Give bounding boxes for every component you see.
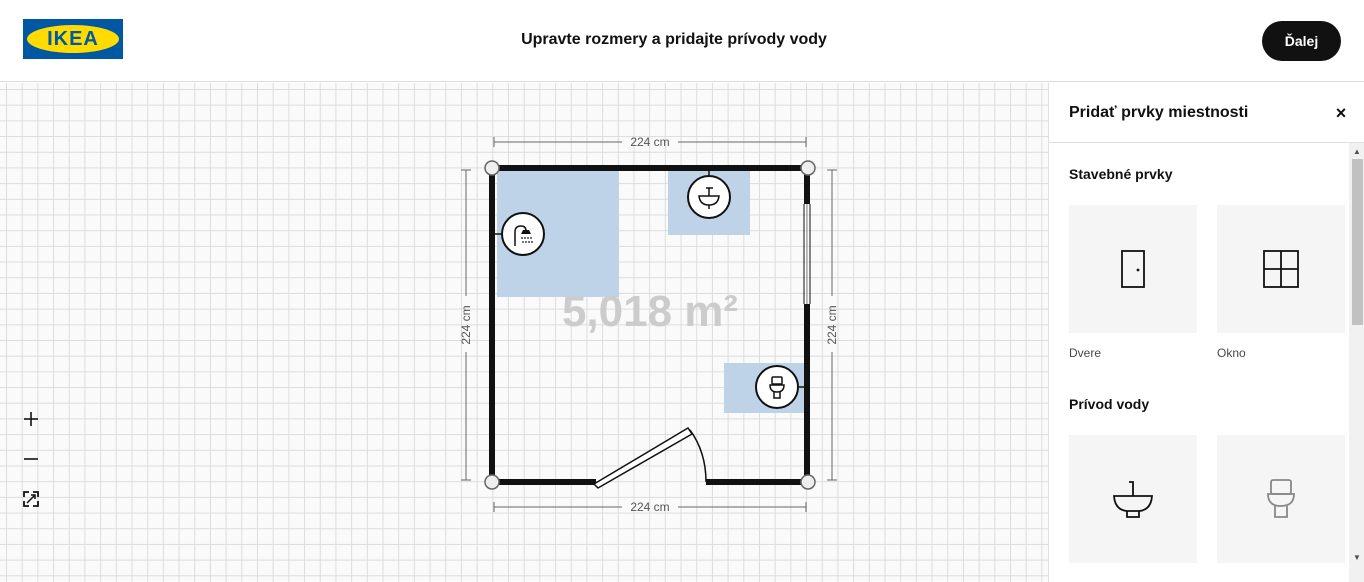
dimension-left[interactable]: 224 cm	[459, 305, 473, 344]
scroll-down-icon[interactable]: ▼	[1349, 551, 1364, 565]
door-label: Dvere	[1069, 346, 1102, 360]
dimension-bottom[interactable]: 224 cm	[630, 500, 669, 514]
scroll-up-icon[interactable]: ▲	[1349, 145, 1364, 159]
door-element[interactable]	[592, 426, 707, 489]
add-elements-panel: Pridať prvky miestnosti × Stavebné prvky…	[1048, 83, 1364, 582]
window-element[interactable]	[803, 204, 811, 304]
toilet-icon	[1267, 479, 1295, 518]
dimension-right[interactable]: 224 cm	[825, 305, 839, 344]
page-title: Upravte rozmery a pridajte prívody vody	[521, 31, 827, 48]
toilet-tile[interactable]	[1217, 435, 1345, 563]
section-title-water: Prívod vody	[1069, 396, 1150, 412]
panel-header: Pridať prvky miestnosti ×	[1049, 83, 1364, 143]
floor-plan-canvas[interactable]: 5,018 m² 224 cm 224 cm 224 cm 224 cm	[0, 83, 1048, 582]
panel-title: Pridať prvky miestnosti	[1069, 104, 1249, 121]
close-icon[interactable]: ×	[1331, 101, 1351, 125]
window-tile[interactable]	[1217, 205, 1345, 333]
door-tile[interactable]	[1069, 205, 1197, 333]
floor-plan: 5,018 m² 224 cm 224 cm 224 cm 224 cm	[459, 135, 839, 514]
sink-icon	[1113, 481, 1153, 518]
door-icon	[1121, 250, 1145, 288]
expand-icon	[23, 491, 39, 507]
section-title-building: Stavebné prvky	[1069, 166, 1173, 182]
area-label: 5,018 m²	[562, 287, 738, 336]
header: IKEA Upravte rozmery a pridajte prívody …	[0, 0, 1364, 82]
plus-icon	[24, 412, 38, 426]
fit-to-screen-button[interactable]	[18, 486, 44, 512]
window-label: Okno	[1217, 346, 1246, 360]
scrollbar-thumb[interactable]	[1352, 159, 1363, 325]
window-icon	[1263, 250, 1299, 288]
zoom-in-button[interactable]	[18, 406, 44, 432]
sink-tile[interactable]	[1069, 435, 1197, 563]
next-button[interactable]: Ďalej	[1262, 21, 1341, 61]
minus-icon	[24, 458, 38, 460]
zoom-out-button[interactable]	[18, 446, 44, 472]
dimension-top[interactable]: 224 cm	[630, 135, 669, 149]
